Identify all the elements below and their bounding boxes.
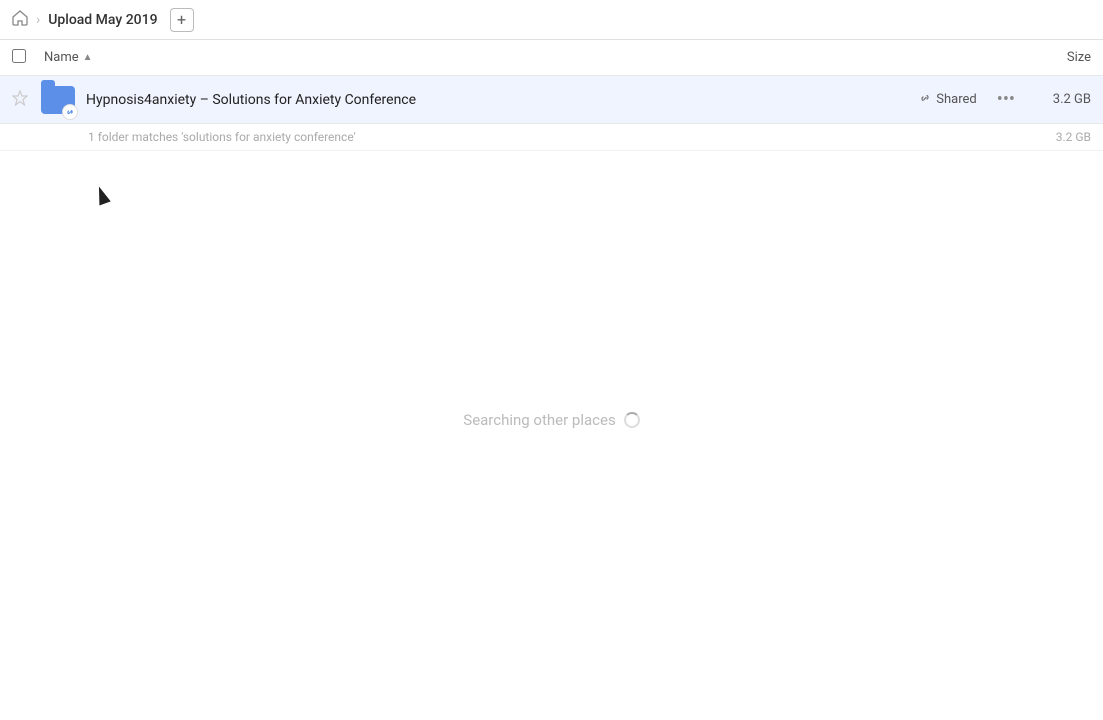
loading-spinner — [624, 412, 640, 428]
shared-badge: Shared — [918, 91, 976, 109]
column-headers: Name ▲ Size — [0, 40, 1103, 76]
size-column-header[interactable]: Size — [1011, 50, 1091, 65]
name-column-header[interactable]: Name ▲ — [44, 50, 1011, 65]
file-name[interactable]: Hypnosis4anxiety – Solutions for Anxiety… — [86, 92, 918, 108]
star-icon[interactable] — [12, 90, 32, 110]
match-info-text: 1 folder matches 'solutions for anxiety … — [88, 130, 1031, 144]
add-button[interactable]: + — [170, 8, 194, 32]
select-all-checkbox[interactable] — [12, 49, 32, 67]
cursor — [96, 186, 116, 206]
searching-text: Searching other places — [463, 411, 615, 429]
file-row[interactable]: Hypnosis4anxiety – Solutions for Anxiety… — [0, 76, 1103, 124]
match-info-row: 1 folder matches 'solutions for anxiety … — [0, 124, 1103, 151]
folder-link-badge — [62, 104, 78, 120]
sort-arrow-icon: ▲ — [83, 52, 93, 63]
top-bar: › Upload May 2019 + — [0, 0, 1103, 40]
folder-icon-wrap — [40, 82, 76, 118]
link-icon — [918, 91, 932, 109]
searching-area: Searching other places — [0, 411, 1103, 429]
home-icon[interactable] — [12, 10, 28, 30]
more-options-icon[interactable]: ••• — [993, 85, 1019, 114]
file-size: 3.2 GB — [1031, 92, 1091, 107]
breadcrumb-separator: › — [36, 12, 40, 28]
breadcrumb-title[interactable]: Upload May 2019 — [48, 12, 157, 28]
match-info-size: 3.2 GB — [1031, 130, 1091, 144]
shared-label: Shared — [936, 92, 976, 107]
